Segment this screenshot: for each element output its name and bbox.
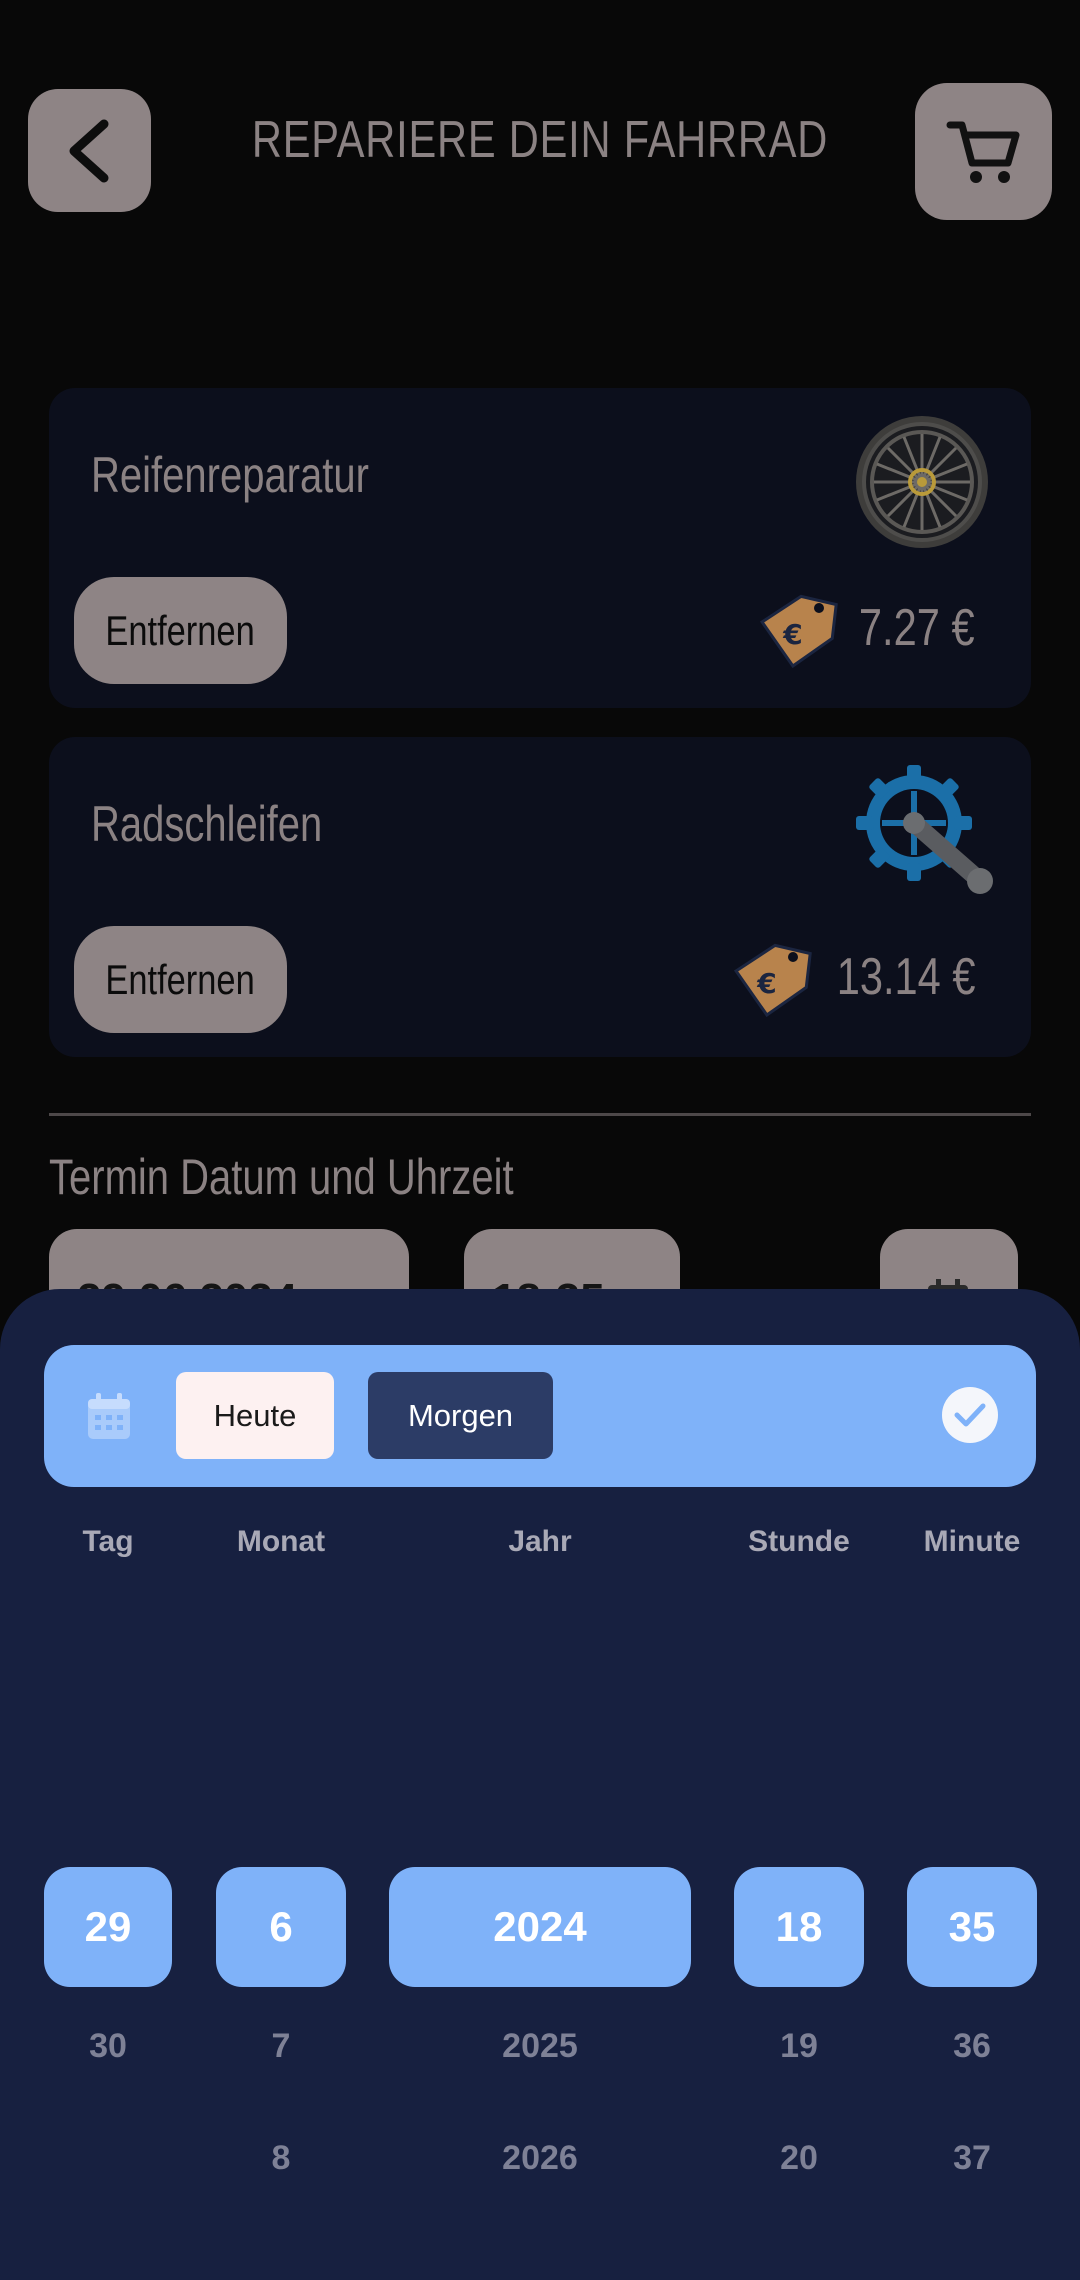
tomorrow-chip[interactable]: Morgen — [368, 1372, 553, 1459]
month-column-label: Monat — [236, 1525, 326, 1558]
hour-option[interactable]: 19 — [734, 2027, 864, 2066]
price-tag-icon: € — [759, 594, 838, 669]
year-option[interactable]: 2026 — [389, 2139, 691, 2178]
minute-selected[interactable]: 35 — [907, 1867, 1037, 1987]
service-price: 13.14 € — [836, 948, 975, 1006]
calendar-icon[interactable] — [86, 1391, 132, 1441]
day-option[interactable]: 30 — [44, 2027, 172, 2066]
day-selected[interactable]: 29 — [44, 1867, 172, 1987]
month-option[interactable]: 7 — [216, 2027, 346, 2066]
year-selected[interactable]: 2024 — [389, 1867, 691, 1987]
month-selected[interactable]: 6 — [216, 1867, 346, 1987]
wheel-icon — [856, 416, 988, 548]
hour-column-label: Stunde — [748, 1525, 850, 1558]
service-card: Radschleifen Entfernen € 13.14 € — [49, 737, 1031, 1057]
hour-option[interactable]: 20 — [734, 2139, 864, 2178]
minute-option[interactable]: 36 — [907, 2027, 1037, 2066]
month-option[interactable]: 8 — [216, 2139, 346, 2178]
cart-button[interactable] — [915, 83, 1052, 220]
year-option[interactable]: 2025 — [389, 2027, 691, 2066]
crank-gear-icon — [856, 765, 993, 894]
price-tag-icon: € — [733, 943, 812, 1018]
year-column-label: Jahr — [508, 1525, 572, 1558]
minute-option[interactable]: 37 — [907, 2139, 1037, 2178]
confirm-button[interactable] — [942, 1387, 998, 1443]
check-icon — [954, 1403, 986, 1427]
appointment-title: Termin Datum und Uhrzeit — [49, 1149, 514, 1205]
today-chip[interactable]: Heute — [176, 1372, 334, 1459]
service-name: Reifenreparatur — [91, 447, 369, 503]
service-name: Radschleifen — [91, 796, 323, 852]
service-price: 7.27 € — [859, 599, 975, 657]
date-time-picker-sheet: Heute Morgen Tag Monat Jahr Stunde Minut… — [0, 1289, 1080, 2280]
divider — [49, 1113, 1031, 1116]
day-column-label: Tag — [82, 1525, 134, 1558]
page-title: REPARIERE DEIN FAHRRAD — [251, 111, 829, 169]
hour-selected[interactable]: 18 — [734, 1867, 864, 1987]
cart-icon — [946, 121, 1019, 183]
remove-button[interactable]: Entfernen — [74, 926, 287, 1033]
svg-text:€: € — [782, 618, 802, 651]
minute-column-label: Minute — [923, 1525, 1021, 1558]
remove-button-label: Entfernen — [105, 955, 256, 1003]
remove-button-label: Entfernen — [105, 606, 256, 654]
service-card: Reifenreparatur Entfernen € 7.27 € — [49, 388, 1031, 708]
quick-select-bar: Heute Morgen — [44, 1345, 1036, 1487]
svg-text:€: € — [756, 967, 776, 1000]
remove-button[interactable]: Entfernen — [74, 577, 287, 684]
